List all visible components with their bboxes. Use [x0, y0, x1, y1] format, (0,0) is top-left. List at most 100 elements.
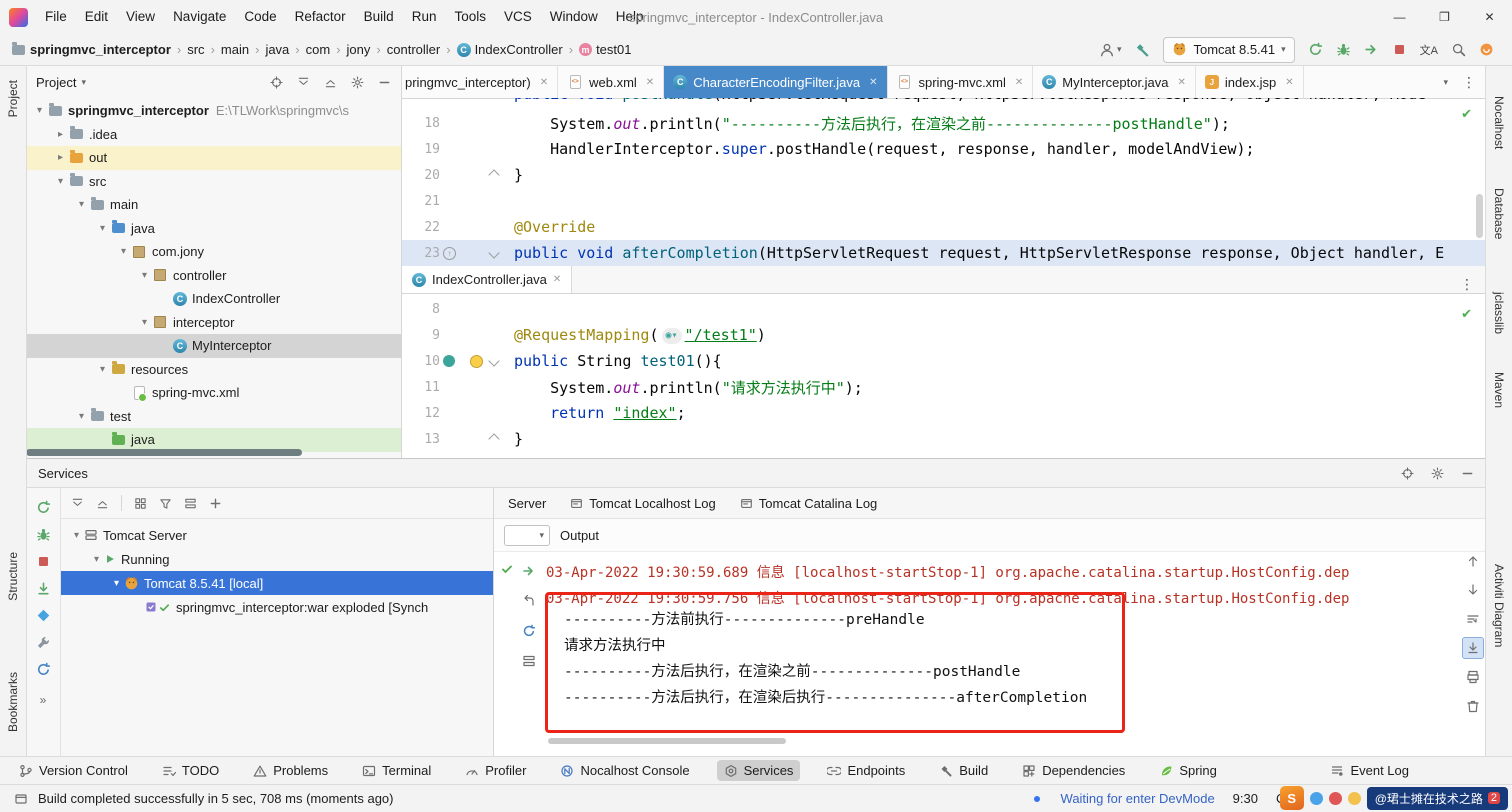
editor-bottom[interactable]: ✔ 8 9 @RequestMapping(◉▾ "/test1") 10 public …: [402, 294, 1486, 458]
tree-down-arrow-icon[interactable]: ▾: [32, 105, 47, 116]
settings-button[interactable]: [351, 76, 364, 89]
group-by-button[interactable]: [134, 497, 147, 510]
menu-build[interactable]: Build: [355, 0, 403, 34]
expand-all-button[interactable]: [297, 76, 310, 89]
service-item-Tomcat-8.5.41-local-[interactable]: ▾ Tomcat 8.5.41 [local]: [61, 571, 493, 595]
project-item-main[interactable]: ▾ main: [26, 193, 401, 217]
annotation-inlay[interactable]: ◉▾: [661, 327, 682, 344]
jump-to-deployed-button[interactable]: [522, 564, 536, 578]
breadcrumb-item[interactable]: springmvc_interceptor: [10, 41, 171, 58]
hide-panel-button[interactable]: [1461, 467, 1474, 480]
notification-window-icon[interactable]: [14, 792, 28, 806]
tree-down-arrow-icon[interactable]: ▾: [95, 364, 110, 375]
breadcrumb-item[interactable]: src: [187, 42, 204, 57]
toolwindow-button-terminal[interactable]: Terminal: [355, 760, 438, 781]
search-everywhere-button[interactable]: [1451, 42, 1466, 57]
restart-server-button[interactable]: [36, 500, 51, 515]
breadcrumb-item[interactable]: test01: [579, 42, 631, 57]
translate-icon[interactable]: 文A: [1420, 42, 1438, 58]
close-tab-icon[interactable]: ✕: [1285, 77, 1293, 88]
editor-tab-spring-mvc.xml[interactable]: spring-mvc.xml ✕: [888, 66, 1034, 98]
toolwindow-button-event-log[interactable]: Event Log: [1323, 760, 1416, 781]
debug-server-button[interactable]: [36, 527, 51, 542]
debug-button[interactable]: [1336, 42, 1351, 57]
tree-down-arrow-icon[interactable]: ▾: [69, 530, 84, 541]
tree-down-arrow-icon[interactable]: ▾: [137, 317, 152, 328]
run-config-selector[interactable]: Tomcat 8.5.41 ▾: [1163, 36, 1295, 63]
project-item-com.jony[interactable]: ▾ com.jony: [26, 240, 401, 264]
service-item-springmvc_interceptor-war-exploded-Synch[interactable]: springmvc_interceptor:war exploded [Sync…: [61, 595, 493, 619]
log-file-dropdown[interactable]: ▾: [504, 524, 550, 546]
expand-all-button[interactable]: [71, 497, 84, 510]
chevron-down-icon[interactable]: ▾: [81, 77, 86, 88]
project-item-test[interactable]: ▾ test: [26, 405, 401, 429]
toolwindow-button-version-control[interactable]: Version Control: [12, 760, 135, 781]
devmode-status-icon[interactable]: [1031, 793, 1043, 805]
more-icon[interactable]: »: [40, 693, 47, 707]
menu-code[interactable]: Code: [235, 0, 285, 34]
log-tab-tomcat-catalina-log[interactable]: Tomcat Catalina Log: [740, 496, 877, 511]
toolwindow-button-todo[interactable]: TODO: [155, 760, 226, 781]
project-item-springmvc_interceptor[interactable]: ▾ springmvc_interceptor E:\TLWork\springmv…: [26, 99, 401, 123]
project-hscrollbar[interactable]: [26, 449, 302, 456]
locate-file-button[interactable]: [270, 76, 283, 89]
project-item-resources[interactable]: ▾ resources: [26, 358, 401, 382]
more-icon[interactable]: ⋮: [1460, 276, 1486, 293]
editor-tab-pringmvc_interceptor-[interactable]: pringmvc_interceptor) ✕: [402, 66, 559, 98]
menu-window[interactable]: Window: [541, 0, 607, 34]
user-menu-button[interactable]: ▾: [1099, 42, 1121, 58]
toolwindow-button-problems[interactable]: Problems: [246, 760, 335, 781]
toolwindow-button-nocalhost-console[interactable]: Nocalhost Console: [553, 760, 696, 781]
close-tab-icon[interactable]: ✕: [553, 274, 561, 285]
url-mapping-icon[interactable]: [443, 355, 455, 367]
override-marker-icon[interactable]: [443, 246, 456, 260]
soft-wrap-button[interactable]: [1462, 608, 1484, 630]
fold-up-icon[interactable]: [488, 169, 500, 181]
orange-ball-icon[interactable]: [1479, 42, 1494, 57]
locate-button[interactable]: [1401, 466, 1414, 480]
project-item-src[interactable]: ▾ src: [26, 170, 401, 194]
editor-tab-web.xml[interactable]: web.xml ✕: [558, 66, 665, 98]
editor-tab-index.jsp[interactable]: index.jsp ✕: [1196, 66, 1304, 98]
service-item-Tomcat-Server[interactable]: ▾ Tomcat Server: [61, 523, 493, 547]
tree-down-arrow-icon[interactable]: ▾: [74, 199, 89, 210]
close-tab-icon[interactable]: ✕: [1178, 77, 1186, 88]
soft-wrap-button[interactable]: [522, 654, 536, 668]
editor-tab-MyInterceptor.java[interactable]: MyInterceptor.java ✕: [1033, 66, 1196, 98]
intention-bulb-icon[interactable]: [470, 354, 483, 368]
collapse-all-button[interactable]: [324, 76, 337, 89]
toolwindow-button-spring[interactable]: Spring: [1152, 760, 1224, 781]
tool-stripe-nocalhost-button[interactable]: Nocalhost: [1486, 96, 1512, 149]
close-tab-icon[interactable]: ✕: [1015, 77, 1023, 88]
tool-stripe-bookmarks-button[interactable]: Bookmarks: [0, 672, 26, 732]
clear-console-button[interactable]: [1462, 695, 1484, 717]
tree-down-arrow-icon[interactable]: ▾: [95, 223, 110, 234]
view-options-button[interactable]: [184, 497, 197, 510]
editor-top[interactable]: ✔ public void postHandle(HttpServletRequ…: [402, 98, 1486, 266]
editor-tab-CharacterEncodingFilter.java[interactable]: CharacterEncodingFilter.java ✕: [664, 66, 888, 98]
toolwindow-button-endpoints[interactable]: Endpoints: [820, 760, 912, 781]
log-tab-tomcat-localhost-log[interactable]: Tomcat Localhost Log: [570, 496, 716, 511]
project-item-java[interactable]: ▾ java: [26, 217, 401, 241]
tree-down-arrow-icon[interactable]: ▾: [116, 246, 131, 257]
project-item-java[interactable]: java: [26, 428, 401, 452]
stop-button[interactable]: [1392, 42, 1407, 57]
settings-button[interactable]: [1431, 467, 1444, 480]
menu-refactor[interactable]: Refactor: [286, 0, 355, 34]
tool-stripe-database-button[interactable]: Database: [1486, 188, 1512, 239]
scroll-down-button[interactable]: [1462, 579, 1484, 601]
maximize-button[interactable]: ❐: [1422, 0, 1467, 34]
edit-configuration-button[interactable]: [36, 635, 51, 650]
project-item-spring-mvc.xml[interactable]: spring-mvc.xml: [26, 381, 401, 405]
refresh-button[interactable]: [36, 662, 51, 677]
hide-panel-button[interactable]: [378, 76, 391, 89]
tree-down-arrow-icon[interactable]: ▾: [74, 411, 89, 422]
toolwindow-button-build[interactable]: Build: [932, 760, 995, 781]
project-item-out[interactable]: ▸ out: [26, 146, 401, 170]
breadcrumb-item[interactable]: controller: [387, 42, 440, 57]
scroll-up-button[interactable]: [1462, 550, 1484, 572]
menu-help[interactable]: Help: [607, 0, 653, 34]
devmode-status[interactable]: Waiting for enter DevMode: [1061, 791, 1215, 806]
menu-edit[interactable]: Edit: [76, 0, 117, 34]
stop-server-button[interactable]: [36, 554, 51, 569]
